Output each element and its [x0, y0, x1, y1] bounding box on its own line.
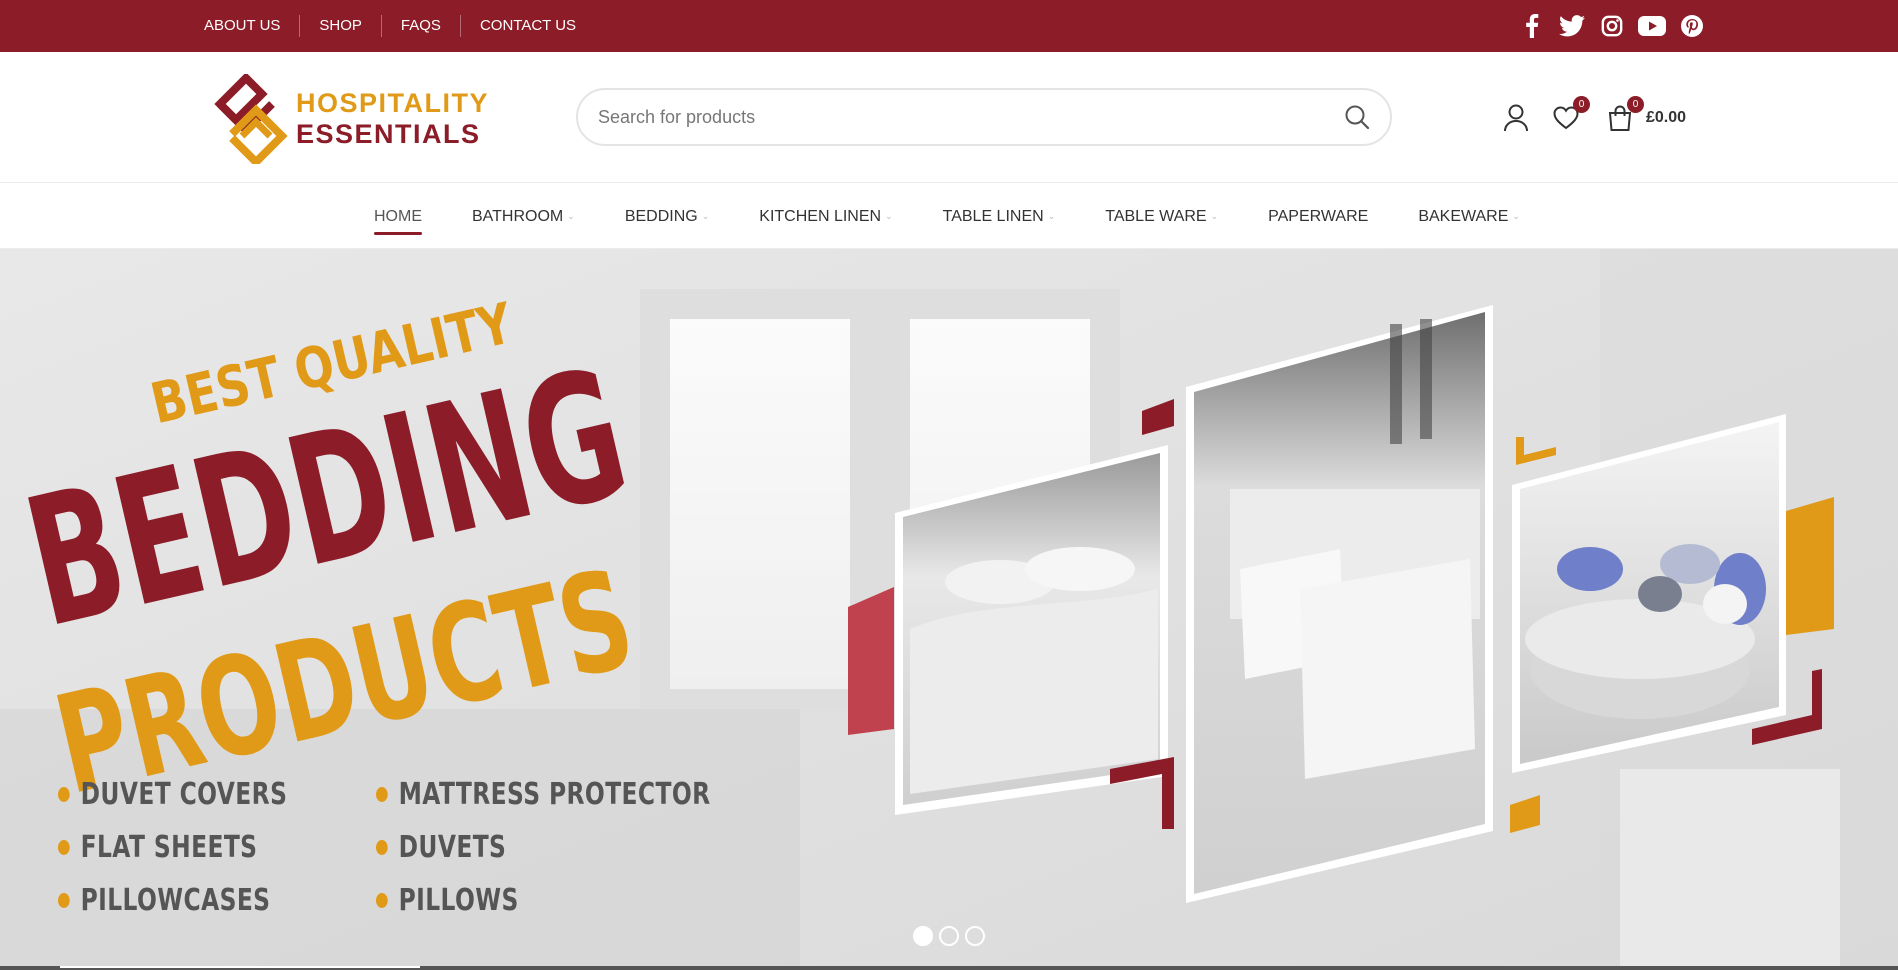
top-link-shop[interactable]: SHOP: [299, 15, 381, 37]
hero-product-list: DUVET COVERS MATTRESS PROTECTOR FLAT SHE…: [58, 777, 710, 918]
bullet-dot: [376, 840, 388, 855]
logo-mark-icon: [214, 74, 288, 164]
bullet-dot: [58, 893, 70, 908]
chevron-down-icon: ⌄: [1047, 211, 1056, 221]
list-item-label: FLAT SHEETS: [80, 830, 258, 865]
logo-line-1: HOSPITALITY: [296, 88, 490, 118]
top-link-contact-us[interactable]: CONTACT US: [459, 15, 595, 37]
chevron-down-icon: ⌄: [1512, 211, 1520, 221]
list-item-label: MATTRESS PROTECTOR: [398, 777, 711, 812]
social-links: [1518, 12, 1706, 40]
top-nav: ABOUT US SHOP FAQS CONTACT US: [204, 0, 595, 52]
pinterest-icon[interactable]: [1678, 12, 1706, 40]
nav-item-label: TABLE LINEN: [942, 207, 1044, 225]
nav-item-label: PAPERWARE: [1268, 207, 1369, 225]
bullet-dot: [376, 787, 388, 802]
list-item-label: DUVET COVERS: [80, 777, 288, 812]
chevron-down-icon: ⌄: [885, 211, 893, 221]
scroll-indicator: [0, 966, 1898, 970]
list-item-label: DUVETS: [398, 830, 507, 865]
list-item: PILLOWS: [376, 883, 624, 918]
wishlist-button[interactable]: 0: [1550, 96, 1590, 134]
logo-text: HOSPITALITY ESSENTIALS: [296, 90, 489, 148]
youtube-icon[interactable]: [1638, 12, 1666, 40]
twitter-icon[interactable]: [1558, 12, 1586, 40]
slider-dot[interactable]: [965, 926, 985, 946]
list-item: FLAT SHEETS: [58, 830, 306, 865]
list-item: DUVET COVERS: [58, 777, 306, 812]
cart-button[interactable]: 0: [1604, 96, 1644, 134]
slider-dot[interactable]: [913, 926, 933, 946]
instagram-icon[interactable]: [1598, 12, 1626, 40]
nav-item-label: BEDDING: [624, 207, 698, 225]
nav-item-bedding[interactable]: BEDDING ⌄: [625, 208, 709, 226]
nav-item-paperware[interactable]: PAPERWARE: [1268, 208, 1368, 226]
hero-slider: BEST QUALITY BEDDING PRODUCTS DUVET COVE…: [0, 249, 1898, 970]
list-item-label: PILLOWS: [398, 883, 519, 918]
slider-dot[interactable]: [939, 926, 959, 946]
bullet-dot: [58, 840, 70, 855]
nav-item-label: KITCHEN LINEN: [759, 207, 882, 225]
nav-item-table-linen[interactable]: TABLE LINEN ⌄: [943, 208, 1056, 226]
account-icon[interactable]: [1500, 102, 1532, 134]
nav-item-label: HOME: [374, 207, 422, 225]
list-item-label: PILLOWCASES: [80, 883, 271, 918]
bullet-dot: [376, 893, 388, 908]
site-logo[interactable]: HOSPITALITY ESSENTIALS: [212, 74, 492, 164]
slider-pagination: [913, 926, 985, 946]
nav-item-label: TABLE WARE: [1105, 207, 1207, 225]
nav-item-kitchen-linen[interactable]: KITCHEN LINEN ⌄: [759, 208, 892, 226]
facebook-icon[interactable]: [1518, 12, 1546, 40]
main-nav: HOME BATHROOM ⌄ BEDDING ⌄ KITCHEN LINEN ⌄ TABLE…: [0, 184, 1898, 249]
list-item: MATTRESS PROTECTOR: [376, 777, 710, 812]
chevron-down-icon: ⌄: [567, 211, 575, 221]
search-bar: [576, 88, 1392, 146]
cart-count-badge: 0: [1627, 96, 1644, 113]
main-nav-list: HOME BATHROOM ⌄ BEDDING ⌄ KITCHEN LINEN ⌄ TABLE…: [374, 184, 1570, 249]
list-item: PILLOWCASES: [58, 883, 306, 918]
search-input[interactable]: [598, 90, 1318, 144]
logo-line-2: ESSENTIALS: [296, 119, 481, 149]
nav-item-label: BATHROOM: [472, 207, 564, 225]
chevron-down-icon: ⌄: [1210, 211, 1219, 221]
nav-item-bakeware[interactable]: BAKEWARE ⌄: [1418, 208, 1520, 226]
top-bar: ABOUT US SHOP FAQS CONTACT US: [0, 0, 1898, 52]
nav-item-table-ware[interactable]: TABLE WARE ⌄: [1105, 208, 1218, 226]
site-header: HOSPITALITY ESSENTIALS 0 0 £0.00: [0, 52, 1898, 183]
top-link-about-us[interactable]: ABOUT US: [204, 15, 299, 37]
cart-total[interactable]: £0.00: [1646, 109, 1686, 127]
search-icon[interactable]: [1344, 104, 1372, 132]
wishlist-count-badge: 0: [1573, 96, 1590, 113]
top-link-faqs[interactable]: FAQS: [380, 15, 460, 37]
list-item: DUVETS: [376, 830, 624, 865]
nav-item-home[interactable]: HOME: [374, 207, 422, 235]
nav-item-label: BAKEWARE: [1418, 207, 1509, 225]
bullet-dot: [58, 787, 70, 802]
chevron-down-icon: ⌄: [701, 211, 710, 221]
nav-item-bathroom[interactable]: BATHROOM ⌄: [472, 208, 575, 226]
header-actions: 0 0 £0.00: [1500, 96, 1686, 138]
